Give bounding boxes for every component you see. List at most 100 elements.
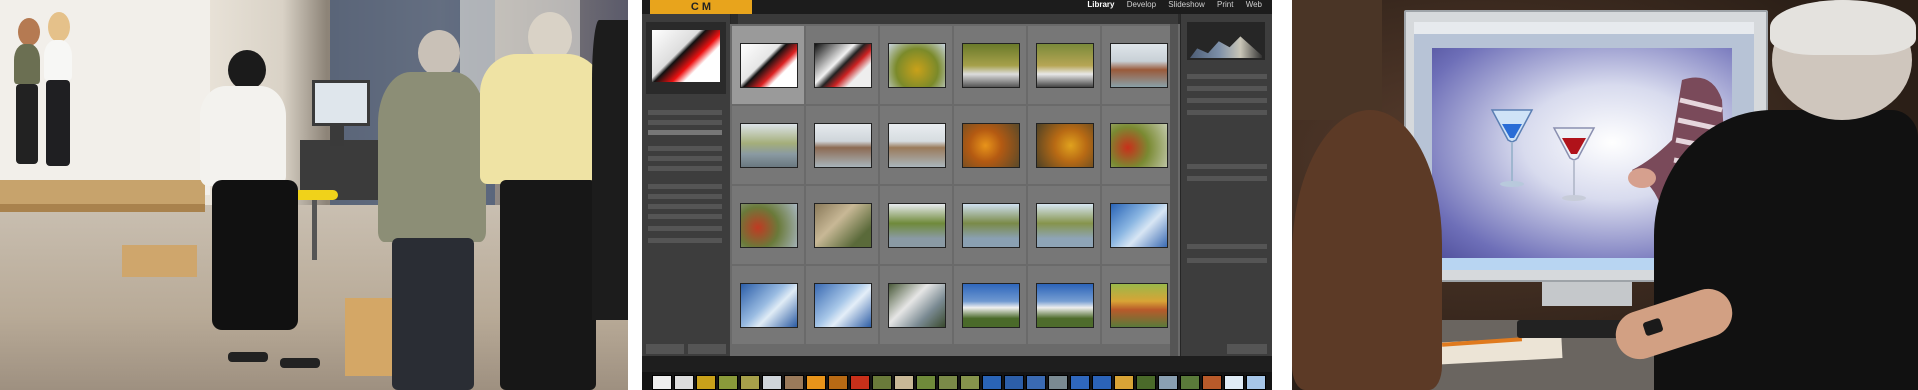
grid-cell[interactable]: [732, 186, 804, 264]
filmstrip-thumbnail[interactable]: [740, 375, 760, 390]
filmstrip-thumbnail[interactable]: [982, 375, 1002, 390]
folders-row[interactable]: [648, 156, 722, 161]
grid-cell[interactable]: [1028, 266, 1100, 344]
photo-thumbnail[interactable]: [740, 283, 798, 328]
grid-cell[interactable]: [880, 266, 952, 344]
filmstrip-thumbnail[interactable]: [1092, 375, 1112, 390]
collections-row[interactable]: [648, 226, 722, 231]
keywording-row[interactable]: [1187, 176, 1267, 181]
filmstrip-thumbnail[interactable]: [1246, 375, 1266, 390]
folders-row[interactable]: [648, 166, 722, 171]
catalog-row[interactable]: [648, 120, 722, 125]
filmstrip-thumbnail[interactable]: [1114, 375, 1134, 390]
filmstrip-thumbnail[interactable]: [1026, 375, 1046, 390]
filmstrip-thumbnail[interactable]: [652, 375, 672, 390]
quick-develop-row[interactable]: [1187, 74, 1267, 79]
grid-cell[interactable]: [1028, 186, 1100, 264]
filmstrip-thumbnail[interactable]: [1180, 375, 1200, 390]
grid-cell[interactable]: [806, 266, 878, 344]
filmstrip-thumbnail[interactable]: [1004, 375, 1024, 390]
filter-bar[interactable]: [738, 14, 1178, 24]
grid-cell[interactable]: [954, 26, 1026, 104]
photo-thumbnail[interactable]: [962, 283, 1020, 328]
collections-row[interactable]: [648, 194, 722, 199]
photo-thumbnail[interactable]: [1036, 123, 1094, 168]
photo-thumbnail[interactable]: [1110, 43, 1168, 88]
grid-cell[interactable]: [954, 186, 1026, 264]
module-print[interactable]: Print: [1217, 0, 1233, 9]
photo-thumbnail[interactable]: [1036, 283, 1094, 328]
filmstrip-thumbnail[interactable]: [1136, 375, 1156, 390]
grid-cell[interactable]: [732, 106, 804, 184]
folders-row[interactable]: [648, 146, 722, 151]
photo-thumbnail[interactable]: [962, 43, 1020, 88]
photo-thumbnail[interactable]: [888, 43, 946, 88]
collections-row[interactable]: [648, 204, 722, 209]
filmstrip-thumbnail[interactable]: [1224, 375, 1244, 390]
grid-scrollbar[interactable]: [1170, 24, 1178, 366]
collections-row[interactable]: [648, 214, 722, 219]
photo-thumbnail[interactable]: [814, 123, 872, 168]
photo-thumbnail[interactable]: [888, 203, 946, 248]
navigator-preview[interactable]: [646, 22, 726, 94]
collections-row[interactable]: [648, 238, 722, 243]
photo-thumbnail[interactable]: [888, 123, 946, 168]
grid-cell[interactable]: [880, 106, 952, 184]
filmstrip-thumbnail[interactable]: [1158, 375, 1178, 390]
sync-button[interactable]: [1227, 344, 1267, 354]
filmstrip-thumbnail[interactable]: [806, 375, 826, 390]
filmstrip-thumbnail[interactable]: [960, 375, 980, 390]
keywording-row[interactable]: [1187, 164, 1267, 169]
photo-thumbnail[interactable]: [740, 203, 798, 248]
photo-thumbnail[interactable]: [814, 283, 872, 328]
quick-develop-row[interactable]: [1187, 110, 1267, 115]
filmstrip-thumbnail[interactable]: [674, 375, 694, 390]
module-slideshow[interactable]: Slideshow: [1168, 0, 1204, 9]
export-button[interactable]: [688, 344, 726, 354]
filmstrip-thumbnail[interactable]: [938, 375, 958, 390]
filmstrip-thumbnail[interactable]: [784, 375, 804, 390]
filmstrip-thumbnail[interactable]: [894, 375, 914, 390]
filmstrip-thumbnail[interactable]: [718, 375, 738, 390]
photo-thumbnail[interactable]: [814, 43, 872, 88]
filmstrip-thumbnail[interactable]: [696, 375, 716, 390]
photo-thumbnail[interactable]: [814, 203, 872, 248]
grid-cell[interactable]: [732, 266, 804, 344]
metadata-row[interactable]: [1187, 258, 1267, 263]
photo-thumbnail[interactable]: [1110, 123, 1168, 168]
filmstrip-thumbnail[interactable]: [872, 375, 892, 390]
grid-cell[interactable]: [1028, 26, 1100, 104]
photo-thumbnail[interactable]: [1036, 203, 1094, 248]
filmstrip-thumbnail[interactable]: [1202, 375, 1222, 390]
photo-thumbnail[interactable]: [740, 123, 798, 168]
photo-thumbnail[interactable]: [962, 123, 1020, 168]
grid-cell[interactable]: [954, 106, 1026, 184]
grid-cell[interactable]: [1102, 186, 1174, 264]
module-develop[interactable]: Develop: [1127, 0, 1156, 9]
grid-cell[interactable]: [880, 26, 952, 104]
collections-row[interactable]: [648, 184, 722, 189]
grid-cell[interactable]: [954, 266, 1026, 344]
grid-cell[interactable]: [806, 106, 878, 184]
photo-thumbnail[interactable]: [1036, 43, 1094, 88]
filmstrip-thumbnail[interactable]: [1048, 375, 1068, 390]
photo-thumbnail[interactable]: [740, 43, 798, 88]
grid-cell[interactable]: [1102, 106, 1174, 184]
grid-cell[interactable]: [1102, 26, 1174, 104]
catalog-row[interactable]: [648, 130, 722, 135]
photo-thumbnail[interactable]: [1110, 283, 1168, 328]
catalog-row[interactable]: [648, 110, 722, 115]
grid-cell[interactable]: [1102, 266, 1174, 344]
quick-develop-row[interactable]: [1187, 98, 1267, 103]
filmstrip-thumbnail[interactable]: [850, 375, 870, 390]
photo-thumbnail[interactable]: [962, 203, 1020, 248]
filmstrip-thumbnail[interactable]: [1070, 375, 1090, 390]
quick-develop-row[interactable]: [1187, 86, 1267, 91]
photo-thumbnail[interactable]: [1110, 203, 1168, 248]
grid-cell[interactable]: [880, 186, 952, 264]
module-web[interactable]: Web: [1246, 0, 1262, 9]
grid-cell[interactable]: [806, 186, 878, 264]
import-button[interactable]: [646, 344, 684, 354]
filmstrip-thumbnail[interactable]: [828, 375, 848, 390]
module-library[interactable]: Library: [1087, 0, 1114, 9]
